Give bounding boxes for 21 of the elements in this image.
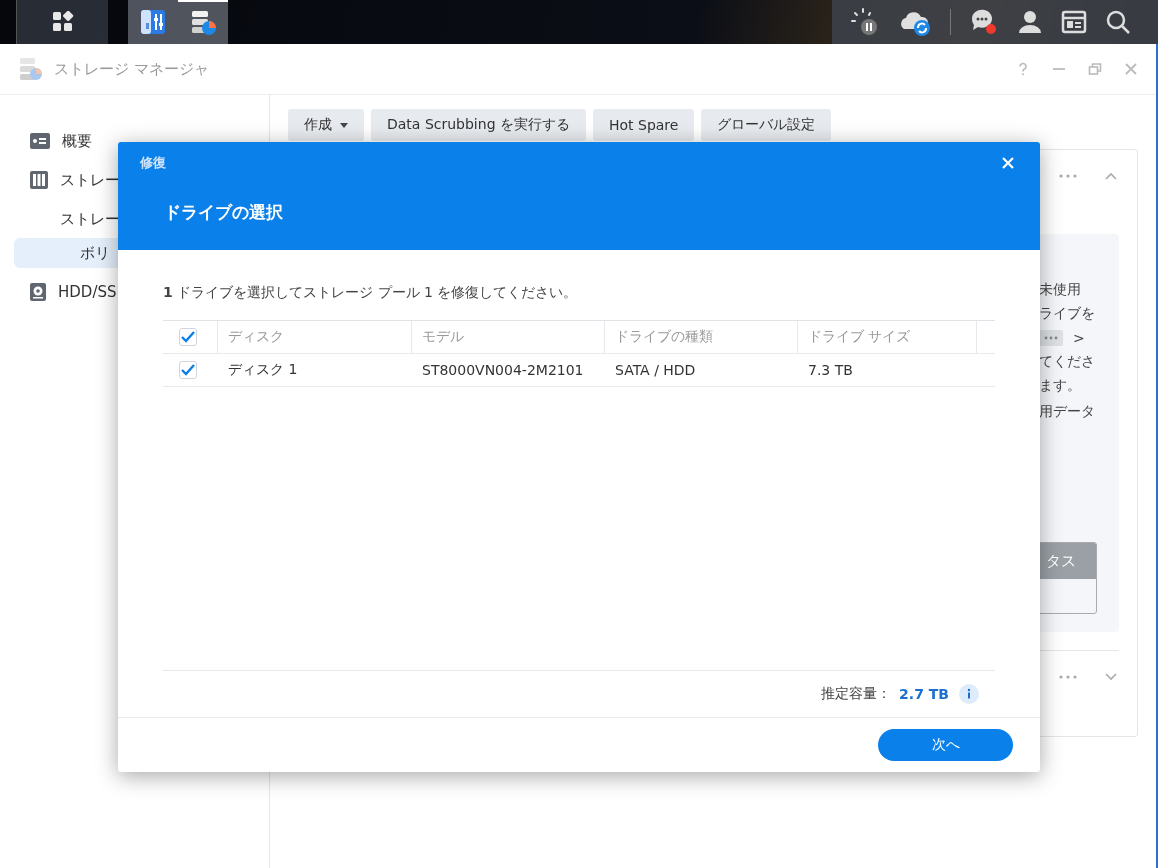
instruction-text: 1 ドライブを選択してストレージ プール 1 を修復してください。 xyxy=(163,284,579,302)
window-title: ストレージ マネージャ xyxy=(54,59,210,79)
table-cell-text: SATA / HDD xyxy=(614,361,697,380)
info-text: ます。 xyxy=(1039,377,1081,395)
column-header: ドライブ サイズ xyxy=(798,321,977,353)
info-text: > xyxy=(1073,330,1085,346)
info-text: 用データ xyxy=(1039,403,1095,421)
dialog-title: ドライブの選択 xyxy=(163,201,284,224)
table-cell-text: ST8000VN004-2M2101 xyxy=(421,361,585,380)
column-header: ドライブの種類 xyxy=(605,321,798,353)
estimate-label: 推定容量： xyxy=(821,685,892,703)
info-text: ライブを xyxy=(1039,305,1095,323)
info-text: てくださ xyxy=(1039,353,1095,371)
dialog-category: 修復 xyxy=(140,154,166,172)
column-header: ディスク xyxy=(218,321,412,353)
info-text: 未使用 xyxy=(1039,281,1081,299)
column-header: タス xyxy=(1046,551,1076,571)
table-cell-text: 7.3 TB xyxy=(807,361,854,380)
estimate-value: 2.7 TB xyxy=(899,686,949,702)
column-header: モデル xyxy=(412,321,605,353)
table-cell-text: ディスク 1 xyxy=(227,360,299,379)
